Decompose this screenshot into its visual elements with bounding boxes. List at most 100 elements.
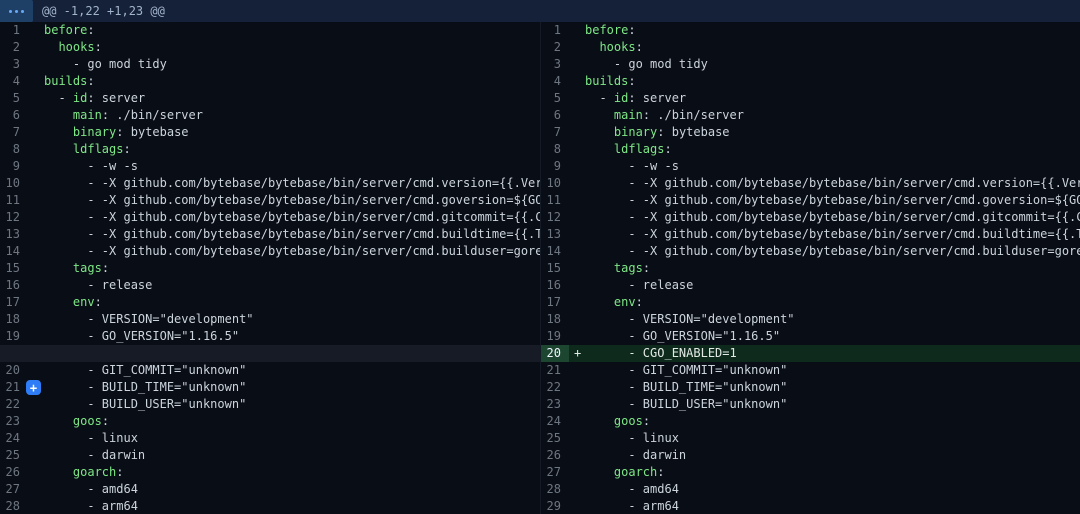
- diff-code-row: 16 - release: [0, 277, 540, 294]
- line-number[interactable]: 28: [541, 481, 569, 498]
- code-line-text: env:: [44, 294, 540, 311]
- line-number[interactable]: 13: [541, 226, 569, 243]
- line-marker: [28, 260, 44, 277]
- line-number[interactable]: 7: [0, 124, 28, 141]
- code-line-text: - release: [585, 277, 1080, 294]
- diff-code-row: 26 goarch:: [0, 464, 540, 481]
- diff-code-row: 27 - amd64: [0, 481, 540, 498]
- diff-code-row: 12 - -X github.com/bytebase/bytebase/bin…: [0, 209, 540, 226]
- line-number[interactable]: 25: [0, 447, 28, 464]
- line-marker: [28, 124, 44, 141]
- code-line-text: - BUILD_USER="unknown": [585, 396, 1080, 413]
- line-number[interactable]: 21: [0, 379, 28, 396]
- diff-code-row: 14 - -X github.com/bytebase/bytebase/bin…: [541, 243, 1080, 260]
- line-marker: [28, 481, 44, 498]
- code-line-text: - -w -s: [44, 158, 540, 175]
- line-number[interactable]: 4: [0, 73, 28, 90]
- line-number[interactable]: 16: [541, 277, 569, 294]
- diff-code-row: 13 - -X github.com/bytebase/bytebase/bin…: [541, 226, 1080, 243]
- line-marker: [569, 107, 585, 124]
- code-line-text: goos:: [44, 413, 540, 430]
- line-number[interactable]: 22: [0, 396, 28, 413]
- line-number[interactable]: 26: [0, 464, 28, 481]
- line-number[interactable]: 18: [0, 311, 28, 328]
- line-number[interactable]: 16: [0, 277, 28, 294]
- line-marker: [569, 481, 585, 498]
- diff-code-row: 24 goos:: [541, 413, 1080, 430]
- line-number[interactable]: 21: [541, 362, 569, 379]
- line-number[interactable]: 12: [541, 209, 569, 226]
- line-number[interactable]: 29: [541, 498, 569, 514]
- line-number[interactable]: 23: [541, 396, 569, 413]
- line-number[interactable]: 9: [0, 158, 28, 175]
- line-number[interactable]: 23: [0, 413, 28, 430]
- line-number[interactable]: 4: [541, 73, 569, 90]
- line-number[interactable]: 27: [541, 464, 569, 481]
- line-number[interactable]: 1: [0, 22, 28, 39]
- line-number[interactable]: 20: [541, 345, 569, 362]
- line-number[interactable]: 6: [0, 107, 28, 124]
- line-marker: [28, 277, 44, 294]
- line-number[interactable]: 25: [541, 430, 569, 447]
- line-marker: [569, 396, 585, 413]
- line-marker: [28, 175, 44, 192]
- line-number[interactable]: 14: [541, 243, 569, 260]
- code-line-text: ldflags:: [44, 141, 540, 158]
- line-number[interactable]: 19: [0, 328, 28, 345]
- line-number[interactable]: 2: [0, 39, 28, 56]
- line-marker: [569, 39, 585, 56]
- add-comment-button[interactable]: +: [26, 380, 41, 395]
- line-marker: [569, 464, 585, 481]
- line-number[interactable]: 15: [541, 260, 569, 277]
- line-number[interactable]: 14: [0, 243, 28, 260]
- line-number[interactable]: 11: [0, 192, 28, 209]
- split-diff-view: @@ -1,22 +1,23 @@ 1before:2 hooks:3 - go…: [0, 0, 1080, 514]
- code-line-text: - -X github.com/bytebase/bytebase/bin/se…: [44, 209, 540, 226]
- line-number[interactable]: 19: [541, 328, 569, 345]
- line-marker: [28, 243, 44, 260]
- diff-code-row: 29 - arm64: [541, 498, 1080, 514]
- line-number[interactable]: 8: [0, 141, 28, 158]
- diff-code-row: 1before:: [541, 22, 1080, 39]
- line-number[interactable]: 8: [541, 141, 569, 158]
- line-marker: [28, 498, 44, 514]
- line-number[interactable]: 2: [541, 39, 569, 56]
- line-marker: [569, 209, 585, 226]
- code-line-text: binary: bytebase: [585, 124, 1080, 141]
- line-number[interactable]: 27: [0, 481, 28, 498]
- line-marker: [569, 498, 585, 514]
- line-number[interactable]: 9: [541, 158, 569, 175]
- line-number[interactable]: 13: [0, 226, 28, 243]
- line-number[interactable]: 24: [541, 413, 569, 430]
- line-number[interactable]: 18: [541, 311, 569, 328]
- line-number[interactable]: 15: [0, 260, 28, 277]
- line-number[interactable]: 10: [0, 175, 28, 192]
- line-marker: [28, 226, 44, 243]
- line-number[interactable]: 12: [0, 209, 28, 226]
- line-number[interactable]: 6: [541, 107, 569, 124]
- line-number[interactable]: 24: [0, 430, 28, 447]
- code-line-text: - VERSION="development": [585, 311, 1080, 328]
- line-number[interactable]: 5: [0, 90, 28, 107]
- line-number[interactable]: 17: [0, 294, 28, 311]
- diff-code-row: 5 - id: server: [541, 90, 1080, 107]
- line-number[interactable]: 17: [541, 294, 569, 311]
- code-line-text: - -X github.com/bytebase/bytebase/bin/se…: [585, 243, 1080, 260]
- line-number[interactable]: 5: [541, 90, 569, 107]
- line-number[interactable]: 26: [541, 447, 569, 464]
- line-number[interactable]: 10: [541, 175, 569, 192]
- line-number[interactable]: 22: [541, 379, 569, 396]
- line-marker: [28, 447, 44, 464]
- code-line-text: goos:: [585, 413, 1080, 430]
- expand-hunk-button[interactable]: [0, 0, 33, 22]
- code-line-text: - -X github.com/bytebase/bytebase/bin/se…: [44, 192, 540, 209]
- line-number[interactable]: 1: [541, 22, 569, 39]
- line-number[interactable]: 20: [0, 362, 28, 379]
- line-number[interactable]: 28: [0, 498, 28, 514]
- code-line-text: main: ./bin/server: [585, 107, 1080, 124]
- line-number[interactable]: 3: [0, 56, 28, 73]
- diff-code-row: 17 env:: [541, 294, 1080, 311]
- line-number[interactable]: 11: [541, 192, 569, 209]
- line-number[interactable]: 7: [541, 124, 569, 141]
- line-number[interactable]: 3: [541, 56, 569, 73]
